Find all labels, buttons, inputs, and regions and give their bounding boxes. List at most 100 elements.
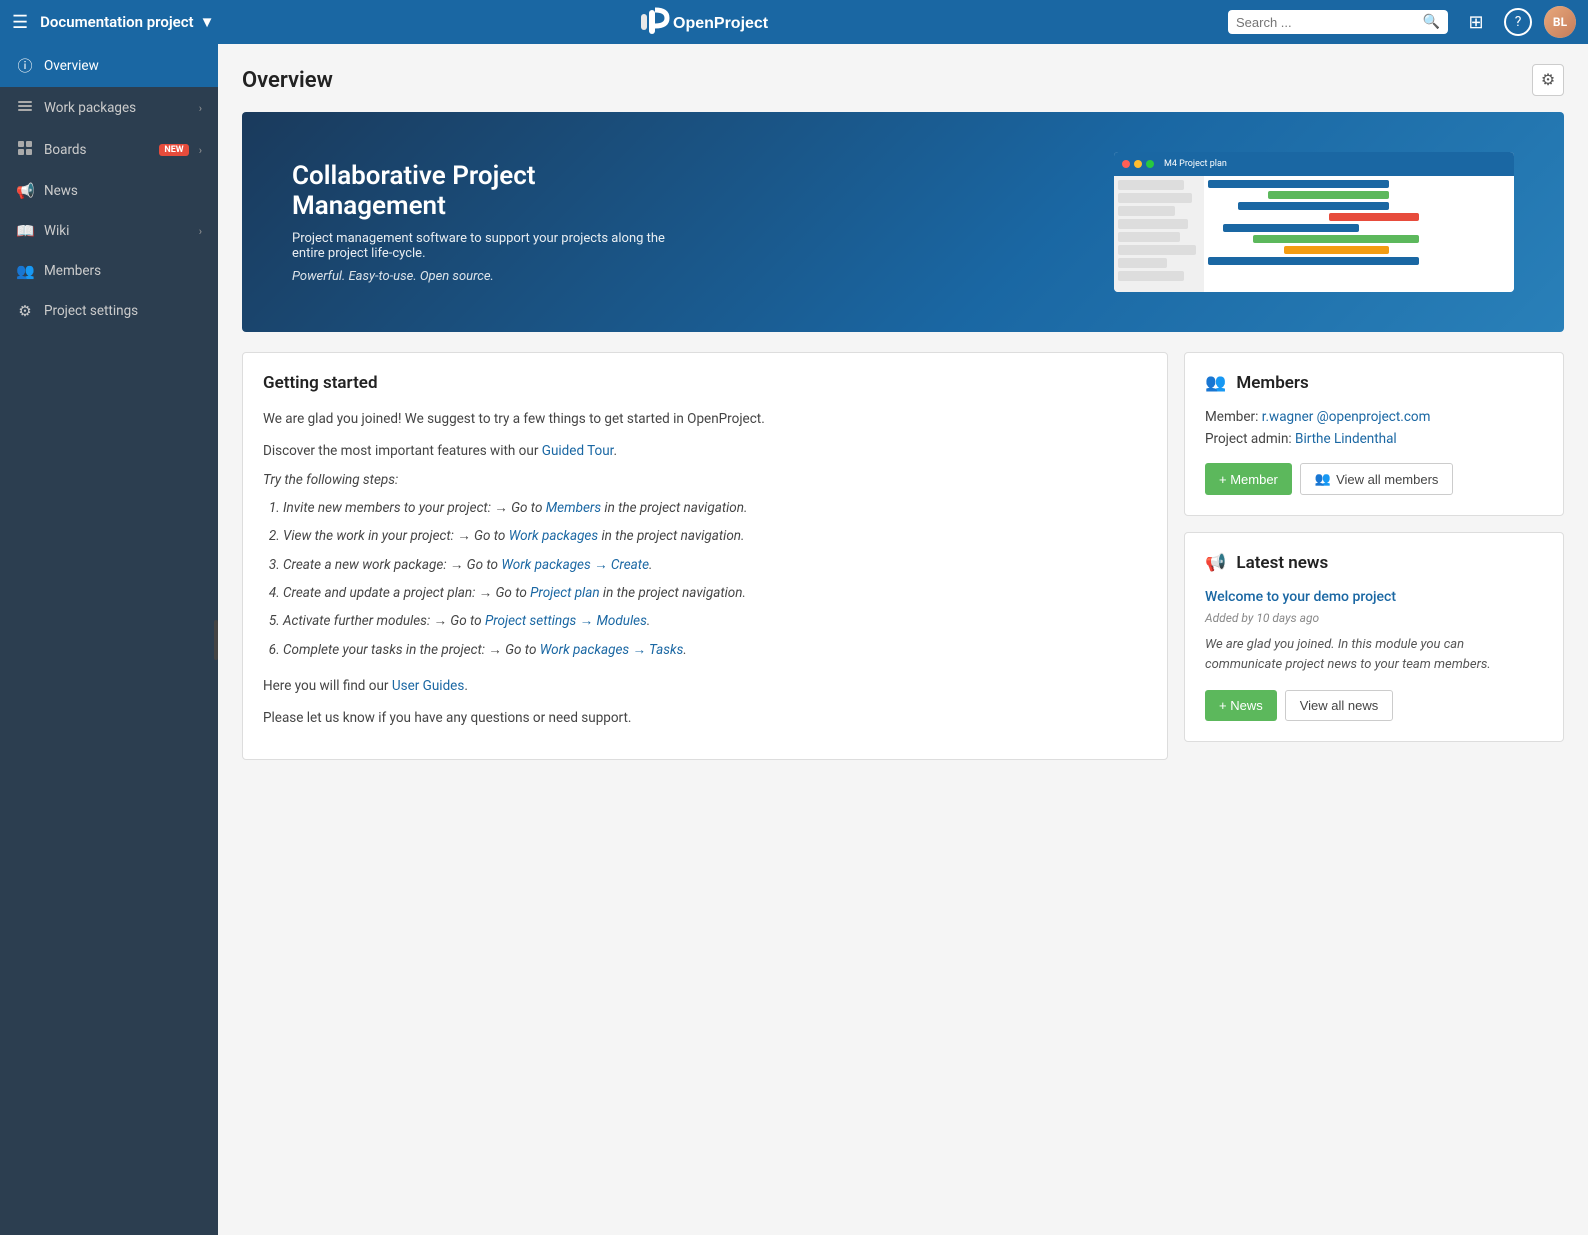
project-settings-icon: ⚙ [16,302,34,320]
avatar[interactable]: BL [1544,6,1576,38]
arrow-icon-work-packages: › [199,102,202,115]
getting-started-card: Getting started We are glad you joined! … [242,352,1168,760]
sidebar-label-members: Members [44,263,202,279]
app-logo: OpenProject [222,6,1220,38]
news-body: We are glad you joined. In this module y… [1205,635,1543,674]
members-card-title: 👥 Members [1205,373,1543,393]
member-line: Member: r.wagner @openproject.com [1205,409,1543,425]
hero-title: Collaborative Project Management [292,161,692,221]
step-4: Create and update a project plan: → Go t… [283,581,1147,605]
main-layout: ⓘ Overview Work packages › [0,44,1588,1235]
step-3-link[interactable]: Work packages → Create [501,557,649,573]
sidebar-item-boards[interactable]: Boards NEW › [0,129,218,171]
content-area: Overview ⚙ Collaborative Project Managem… [218,44,1588,1235]
news-meta: Added by 10 days ago [1205,611,1543,625]
project-selector[interactable]: Documentation project ▼ [40,13,214,31]
getting-started-try-label: Try the following steps: [263,472,1147,488]
navbar-right: 🔍 ⊞ ? BL [1228,6,1576,38]
members-info: Member: r.wagner @openproject.com Projec… [1205,409,1543,447]
step-1: Invite new members to your project: → Go… [283,496,1147,520]
guided-tour-prefix: Discover the most important features wit… [263,443,542,459]
hero-text: Collaborative Project Management Project… [292,161,692,284]
sidebar-label-overview: Overview [44,58,202,74]
step-2: View the work in your project: → Go to W… [283,524,1147,548]
admin-name-link[interactable]: Birthe Lindenthal [1295,431,1397,447]
members-card-icon: 👥 [1205,373,1226,393]
openproject-logo-svg: OpenProject [641,6,801,38]
news-actions: + News View all news [1205,690,1543,721]
sidebar-item-news[interactable]: 📢 News [0,171,218,211]
add-news-button[interactable]: + News [1205,690,1277,721]
arrow-icon-wiki: › [199,225,202,238]
user-guides-link[interactable]: User Guides [392,678,464,694]
project-name: Documentation project [40,13,193,31]
members-card: 👥 Members Member: r.wagner @openproject.… [1184,352,1564,516]
sidebar-item-work-packages[interactable]: Work packages › [0,87,218,129]
members-actions: + Member 👥 View all members [1205,463,1543,495]
hero-subtitle: Project management software to support y… [292,231,692,261]
arrow-icon-boards: › [199,144,202,157]
getting-started-intro: We are glad you joined! We suggest to tr… [263,409,1147,431]
boards-icon [16,140,34,160]
two-col-section: Getting started We are glad you joined! … [242,352,1564,760]
view-members-icon: 👥 [1315,471,1331,487]
step-3: Create a new work package: → Go to Work … [283,553,1147,577]
page-title: Overview [242,68,333,93]
news-icon: 📢 [16,182,34,200]
hero-tagline: Powerful. Easy-to-use. Open source. [292,269,692,284]
step-4-link[interactable]: Project plan [530,585,599,601]
user-guides-text: Here you will find our User Guides. [263,676,1147,698]
closing-text: Please let us know if you have any quest… [263,708,1147,730]
member-email-link[interactable]: r.wagner @openproject.com [1262,409,1431,425]
sidebar: ⓘ Overview Work packages › [0,44,218,1235]
sidebar-item-project-settings[interactable]: ⚙ Project settings [0,291,218,331]
hero-banner: Collaborative Project Management Project… [242,112,1564,332]
search-icon: 🔍 [1423,14,1440,30]
chevron-down-icon: ▼ [200,13,215,31]
grid-icon[interactable]: ⊞ [1460,6,1492,38]
step-2-link[interactable]: Work packages [509,528,598,544]
navbar: ☰ Documentation project ▼ OpenProject 🔍 … [0,0,1588,44]
sidebar-label-wiki: Wiki [44,223,189,239]
work-packages-icon [16,98,34,118]
svg-text:OpenProject: OpenProject [673,15,769,32]
sidebar-resize-handle[interactable] [214,44,218,1235]
sidebar-item-members[interactable]: 👥 Members [0,251,218,291]
sidebar-label-boards: Boards [44,142,147,158]
boards-new-badge: NEW [159,144,188,156]
avatar-initials: BL [1544,6,1576,38]
wiki-icon: 📖 [16,222,34,240]
hamburger-icon[interactable]: ☰ [12,12,28,33]
add-member-button[interactable]: + Member [1205,463,1292,495]
guided-tour-link[interactable]: Guided Tour [542,443,614,459]
sidebar-label-work-packages: Work packages [44,100,189,116]
news-card-icon: 📢 [1205,553,1226,573]
sidebar-item-wiki[interactable]: 📖 Wiki › [0,211,218,251]
step-6-link[interactable]: Work packages → Tasks [540,642,684,658]
getting-started-steps: Invite new members to your project: → Go… [283,496,1147,662]
view-all-members-button[interactable]: 👥 View all members [1300,463,1454,495]
news-card-title: 📢 Latest news [1205,553,1543,573]
news-card: 📢 Latest news Welcome to your demo proje… [1184,532,1564,742]
help-icon[interactable]: ? [1504,8,1532,36]
sidebar-label-news: News [44,183,202,199]
right-cards: 👥 Members Member: r.wagner @openproject.… [1184,352,1564,760]
sidebar-item-overview[interactable]: ⓘ Overview [0,44,218,87]
admin-line: Project admin: Birthe Lindenthal [1205,431,1543,447]
page-settings-button[interactable]: ⚙ [1532,64,1564,96]
overview-icon: ⓘ [16,55,34,76]
getting-started-tour: Discover the most important features wit… [263,441,1147,463]
sidebar-label-project-settings: Project settings [44,303,202,319]
page-header: Overview ⚙ [242,64,1564,96]
step-5-link[interactable]: Project settings → Modules [485,613,647,629]
step-5: Activate further modules: → Go to Projec… [283,609,1147,633]
view-all-news-button[interactable]: View all news [1285,690,1394,721]
getting-started-title: Getting started [263,373,1147,393]
news-article-link[interactable]: Welcome to your demo project [1205,589,1543,605]
search-box[interactable]: 🔍 [1228,10,1448,34]
hero-image: M4 Project plan [1114,152,1514,292]
members-icon: 👥 [16,262,34,280]
search-input[interactable] [1236,15,1417,30]
step-6: Complete your tasks in the project: → Go… [283,638,1147,662]
step-1-link[interactable]: Members [546,500,601,516]
